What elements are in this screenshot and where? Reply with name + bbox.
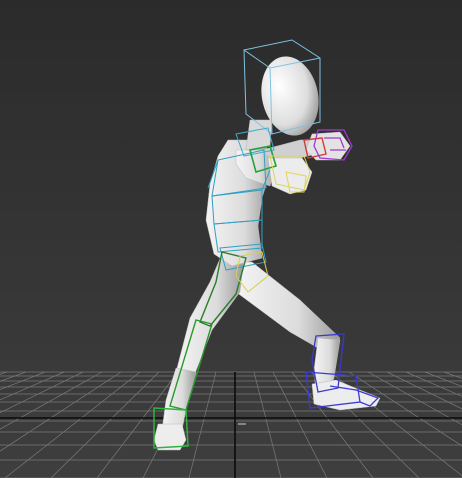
3d-viewport[interactable] <box>0 0 462 478</box>
viewport-canvas[interactable] <box>0 0 462 478</box>
